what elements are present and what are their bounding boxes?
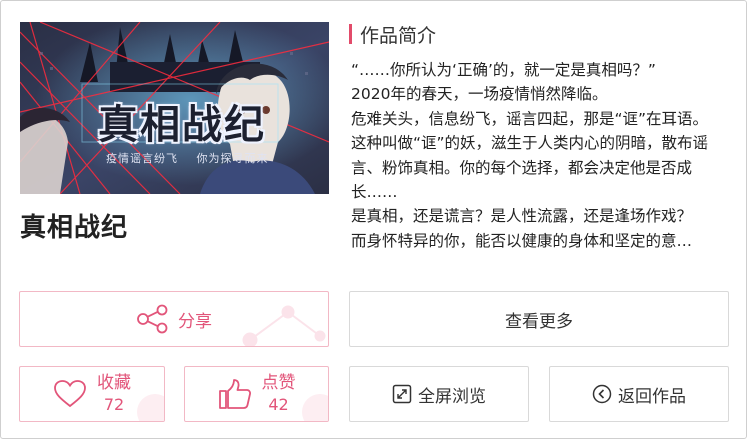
button-decoration: [242, 305, 326, 346]
cover-subtitle-left: 疫情谣言纷飞: [106, 152, 178, 165]
button-decoration: [137, 394, 164, 421]
favorite-stack: 收藏 72: [97, 372, 131, 416]
view-more-button[interactable]: 查看更多: [349, 291, 729, 347]
like-count: 42: [268, 395, 289, 414]
intro-paragraph: 是真相，还是谎言？是人性流露，还是逢场作戏？: [351, 207, 693, 226]
like-stack: 点赞 42: [262, 372, 296, 416]
back-button[interactable]: 返回作品: [549, 366, 729, 422]
fullscreen-button[interactable]: 全屏浏览: [349, 366, 529, 422]
like-button[interactable]: 点赞 42: [184, 366, 329, 422]
intro-heading: 作品简介: [349, 22, 437, 47]
heart-icon: [53, 379, 87, 409]
intro-paragraph: 2020年的春天，一场疫情悄然降临。: [351, 85, 608, 104]
cover-title: 真相战纪: [98, 102, 266, 148]
accent-bar: [349, 24, 352, 44]
cover-subtitle: 疫情谣言纷飞 你为探寻而来: [106, 150, 269, 166]
favorite-count: 72: [103, 395, 125, 414]
work-card: 真相战纪 疫情谣言纷飞 你为探寻而来 真相战纪 作品简介 “……你所认为‘正确’…: [0, 0, 747, 439]
expand-icon: [392, 384, 412, 404]
intro-text: “……你所认为‘正确’的，就一定是真相吗？” 2020年的春天，一场疫情悄然降临…: [351, 58, 721, 262]
thumbs-up-icon: [218, 378, 252, 410]
share-button[interactable]: 分享: [19, 291, 329, 347]
share-label: 分享: [178, 311, 212, 332]
cover-subtitle-right: 你为探寻而来: [196, 152, 269, 165]
cover-image[interactable]: 真相战纪 疫情谣言纷飞 你为探寻而来: [20, 22, 329, 194]
intro-paragraph: 危难关头，信息纷飞，谣言四起，那是“诓”在耳语。这种叫做“诓”的妖，滋生于人类内…: [351, 109, 709, 202]
view-more-label: 查看更多: [505, 311, 573, 332]
back-label: 返回作品: [618, 386, 686, 407]
intro-heading-label: 作品简介: [360, 24, 437, 47]
fullscreen-label: 全屏浏览: [418, 386, 486, 407]
chevron-left-circle-icon: [592, 384, 612, 404]
favorite-button[interactable]: 收藏 72: [19, 366, 165, 422]
share-icon: [136, 304, 170, 334]
intro-paragraph: “……你所认为‘正确’的，就一定是真相吗？”: [351, 61, 656, 79]
work-title: 真相战纪: [20, 213, 129, 243]
like-label: 点赞: [261, 373, 296, 393]
favorite-label: 收藏: [97, 373, 131, 393]
intro-paragraph: 而身怀特异的你，能否以健康的身体和坚定的意…: [351, 231, 693, 250]
button-decoration: [302, 394, 328, 421]
